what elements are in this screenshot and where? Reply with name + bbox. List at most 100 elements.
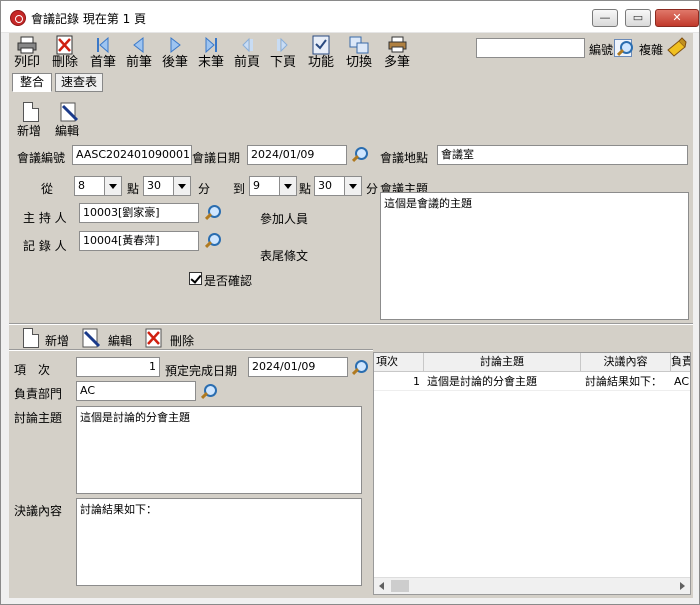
scrollbar-thumb[interactable] <box>391 580 409 592</box>
multi-record-icon <box>386 35 408 55</box>
toolbar-switch-button[interactable]: 切換 <box>341 35 377 71</box>
toolbar-label: 後筆 <box>161 55 188 70</box>
toolbar-multi-button[interactable]: 多筆 <box>379 35 415 71</box>
meeting-subject-field[interactable]: 這個是會議的主題 <box>380 192 689 320</box>
grid-cell-topic[interactable]: 這個是討論的分會主題 <box>424 373 581 391</box>
toolbar-prev-page-button[interactable]: 前頁 <box>229 35 265 71</box>
detail-edit-button[interactable]: 編輯 <box>81 327 141 349</box>
close-button[interactable]: ✕ <box>655 9 699 27</box>
toolbar-label: 末筆 <box>197 55 224 70</box>
time-from-label: 從 <box>41 182 54 196</box>
toolbar-function-button[interactable]: 功能 <box>303 35 339 71</box>
detail-edit-label: 編輯 <box>108 334 133 348</box>
host-lookup-icon[interactable] <box>203 204 221 222</box>
detail-delete-label: 刪除 <box>170 334 195 348</box>
resolution-label: 決議內容 <box>14 504 63 518</box>
toolbar-delete-button[interactable]: 刪除 <box>47 35 83 71</box>
title-bar: 會議記錄 現在第 1 頁 — ▭ ✕ <box>1 1 699 33</box>
new-document-icon <box>23 328 39 348</box>
topic-label: 討論主題 <box>14 411 63 425</box>
minute-label: 分 <box>198 182 211 196</box>
meeting-date-label: 會議日期 <box>192 151 241 165</box>
date-lookup-icon[interactable] <box>350 146 368 164</box>
hour-label: 點 <box>299 182 312 196</box>
first-record-icon <box>92 35 114 55</box>
recorder-lookup-icon[interactable] <box>203 232 221 250</box>
master-new-button[interactable]: 新增 <box>15 100 47 138</box>
delete-icon <box>144 328 164 348</box>
switch-icon <box>348 35 370 55</box>
recorder-field[interactable]: 10004[黃春萍] <box>79 231 199 251</box>
delete-icon <box>54 35 76 55</box>
section-divider <box>9 323 693 325</box>
dept-label: 負責部門 <box>14 387 63 401</box>
toolbar-next-button[interactable]: 後筆 <box>157 35 193 71</box>
topic-field[interactable]: 這個是討論的分會主題 <box>76 406 362 494</box>
tab-quick-lookup[interactable]: 速查表 <box>55 73 103 92</box>
meeting-id-field[interactable]: AASC202401090001 <box>72 145 192 165</box>
detail-new-button[interactable]: 新增 <box>21 327 81 349</box>
copy-button[interactable] <box>665 37 687 59</box>
meeting-date-field[interactable]: 2024/01/09 <box>247 145 347 165</box>
grid-cell-resolution[interactable]: 討論結果如下： <box>581 373 671 391</box>
toolbar-prev-button[interactable]: 前筆 <box>121 35 157 71</box>
tab-integrated[interactable]: 整合 <box>12 73 52 92</box>
dept-field[interactable]: AC <box>76 381 196 401</box>
grid-horizontal-scrollbar[interactable] <box>374 577 690 594</box>
grid-header-item[interactable]: 項次 <box>374 353 424 372</box>
master-edit-label: 編輯 <box>55 124 80 138</box>
to-hour-select[interactable]: 9 <box>249 176 297 196</box>
minimize-icon: — <box>599 11 611 24</box>
scroll-left-icon[interactable] <box>379 582 384 590</box>
toolbar-print-button[interactable]: 列印 <box>9 35 45 71</box>
edit-document-icon <box>81 328 101 348</box>
toolbar-last-button[interactable]: 末筆 <box>193 35 229 71</box>
from-minute-select[interactable]: 30 <box>143 176 191 196</box>
footer-text-label: 表尾條文 <box>260 249 309 263</box>
host-label: 主 持 人 <box>23 211 67 225</box>
master-new-label: 新增 <box>17 124 42 138</box>
toolbar-first-button[interactable]: 首筆 <box>85 35 121 71</box>
grid-cell-dept[interactable]: AC <box>671 373 690 391</box>
to-minute-value: 30 <box>318 179 332 192</box>
due-date-lookup-icon[interactable] <box>350 359 368 377</box>
minute-label: 分 <box>366 182 379 196</box>
to-minute-select[interactable]: 30 <box>314 176 362 196</box>
from-hour-select[interactable]: 8 <box>74 176 122 196</box>
detail-grid[interactable]: 項次 討論主題 決議內容 負責 1 這個是討論的分會主題 討論結果如下： AC <box>373 352 691 595</box>
dept-lookup-icon[interactable] <box>199 383 217 401</box>
toolbar-label: 多筆 <box>383 55 410 70</box>
scroll-right-icon[interactable] <box>680 582 685 590</box>
toolbar-label: 列印 <box>13 55 40 70</box>
window-title: 會議記錄 現在第 1 頁 <box>31 12 147 26</box>
meeting-location-field[interactable]: 會議室 <box>437 145 688 165</box>
minimize-button[interactable]: — <box>592 9 618 27</box>
search-icon[interactable] <box>614 39 633 57</box>
toolbar-label: 前頁 <box>233 55 260 70</box>
master-edit-button[interactable]: 編輯 <box>53 100 85 138</box>
recorder-label: 記 錄 人 <box>23 239 67 253</box>
resolution-field[interactable]: 討論結果如下： <box>76 498 362 586</box>
toolbar-search-input[interactable] <box>476 38 585 58</box>
due-date-field[interactable]: 2024/01/09 <box>248 357 348 377</box>
last-record-icon <box>200 35 222 55</box>
hour-label: 點 <box>127 182 140 196</box>
detail-delete-button[interactable]: 刪除 <box>144 327 204 349</box>
grid-header-topic[interactable]: 討論主題 <box>424 353 581 372</box>
edit-document-icon <box>59 102 79 122</box>
item-no-field[interactable]: 1 <box>76 357 160 377</box>
to-hour-value: 9 <box>253 179 260 192</box>
confirmed-checkbox[interactable] <box>189 272 202 285</box>
maximize-button[interactable]: ▭ <box>625 9 651 27</box>
toolbar-label: 功能 <box>307 55 334 70</box>
grid-cell-item[interactable]: 1 <box>374 373 424 391</box>
detail-new-label: 新增 <box>45 334 70 348</box>
next-record-icon <box>164 35 186 55</box>
copy-label: 複雜 <box>639 43 664 57</box>
prev-page-icon <box>236 35 258 55</box>
host-field[interactable]: 10003[劉家豪] <box>79 203 199 223</box>
grid-header-resolution[interactable]: 決議內容 <box>581 353 671 372</box>
grid-header-dept[interactable]: 負責 <box>671 353 690 372</box>
printer-icon <box>16 35 38 55</box>
toolbar-next-page-button[interactable]: 下頁 <box>265 35 301 71</box>
